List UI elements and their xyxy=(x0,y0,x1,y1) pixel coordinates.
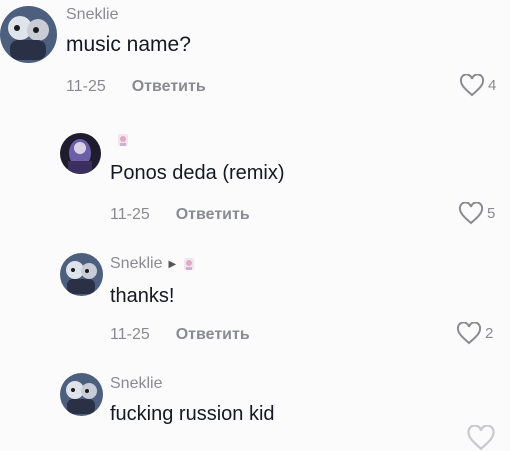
like-count: 5 xyxy=(487,205,496,222)
comment-date: 11-25 xyxy=(110,326,150,343)
heart-outline-icon xyxy=(467,425,495,451)
comment-date: 11-25 xyxy=(110,206,150,223)
heart-outline-icon xyxy=(456,322,482,345)
comment-username[interactable]: Sneklie xyxy=(110,375,162,393)
like-button[interactable]: 4 xyxy=(459,74,496,97)
heart-outline-icon xyxy=(459,74,485,97)
like-button[interactable] xyxy=(466,425,496,451)
sticker-icon xyxy=(184,258,195,270)
reply-button[interactable]: Ответить xyxy=(176,206,250,224)
comment-meta: 11-25 Ответить xyxy=(66,78,206,96)
avatar[interactable] xyxy=(60,373,103,416)
like-button[interactable]: 2 xyxy=(456,322,493,345)
like-count: 2 xyxy=(485,325,494,342)
avatar-image xyxy=(60,253,103,296)
avatar-image xyxy=(60,133,101,174)
heart-outline-icon xyxy=(458,202,484,225)
avatar[interactable] xyxy=(60,253,103,296)
comment-text: fucking russion kid xyxy=(110,403,275,425)
comment-meta: 11-25 Ответить xyxy=(110,206,250,224)
avatar-image xyxy=(60,373,103,416)
username-label[interactable]: Sneklie xyxy=(110,375,162,393)
sticker-icon xyxy=(118,134,128,146)
reply-button[interactable]: Ответить xyxy=(176,326,250,344)
reply-button[interactable]: Ответить xyxy=(132,78,206,96)
avatar[interactable] xyxy=(60,133,101,174)
comment-3: Sneklie ▶ thanks! 11-25 Ответить 2 xyxy=(0,245,510,355)
avatar-image xyxy=(0,6,57,63)
like-count: 4 xyxy=(488,77,497,94)
username-label[interactable]: Sneklie xyxy=(66,6,118,24)
comment-1: Sneklie music name? 11-25 Ответить 4 xyxy=(0,0,510,110)
comment-text: thanks! xyxy=(110,285,175,307)
comment-meta: 11-25 Ответить xyxy=(110,326,250,344)
comment-username[interactable]: Sneklie xyxy=(66,6,118,24)
comment-date: 11-25 xyxy=(66,78,106,95)
comment-username[interactable] xyxy=(110,131,130,149)
comment-text: Ponos deda (remix) xyxy=(110,162,285,184)
comment-2: Ponos deda (remix) 11-25 Ответить 5 xyxy=(0,125,510,235)
comment-text: music name? xyxy=(66,33,191,56)
comment-username[interactable]: Sneklie ▶ xyxy=(110,255,196,273)
like-button[interactable]: 5 xyxy=(458,202,495,225)
triangle-right-icon: ▶ xyxy=(168,258,177,270)
comment-4: Sneklie fucking russion kid xyxy=(0,365,510,451)
avatar[interactable] xyxy=(0,6,57,63)
username-label[interactable]: Sneklie xyxy=(110,255,162,273)
